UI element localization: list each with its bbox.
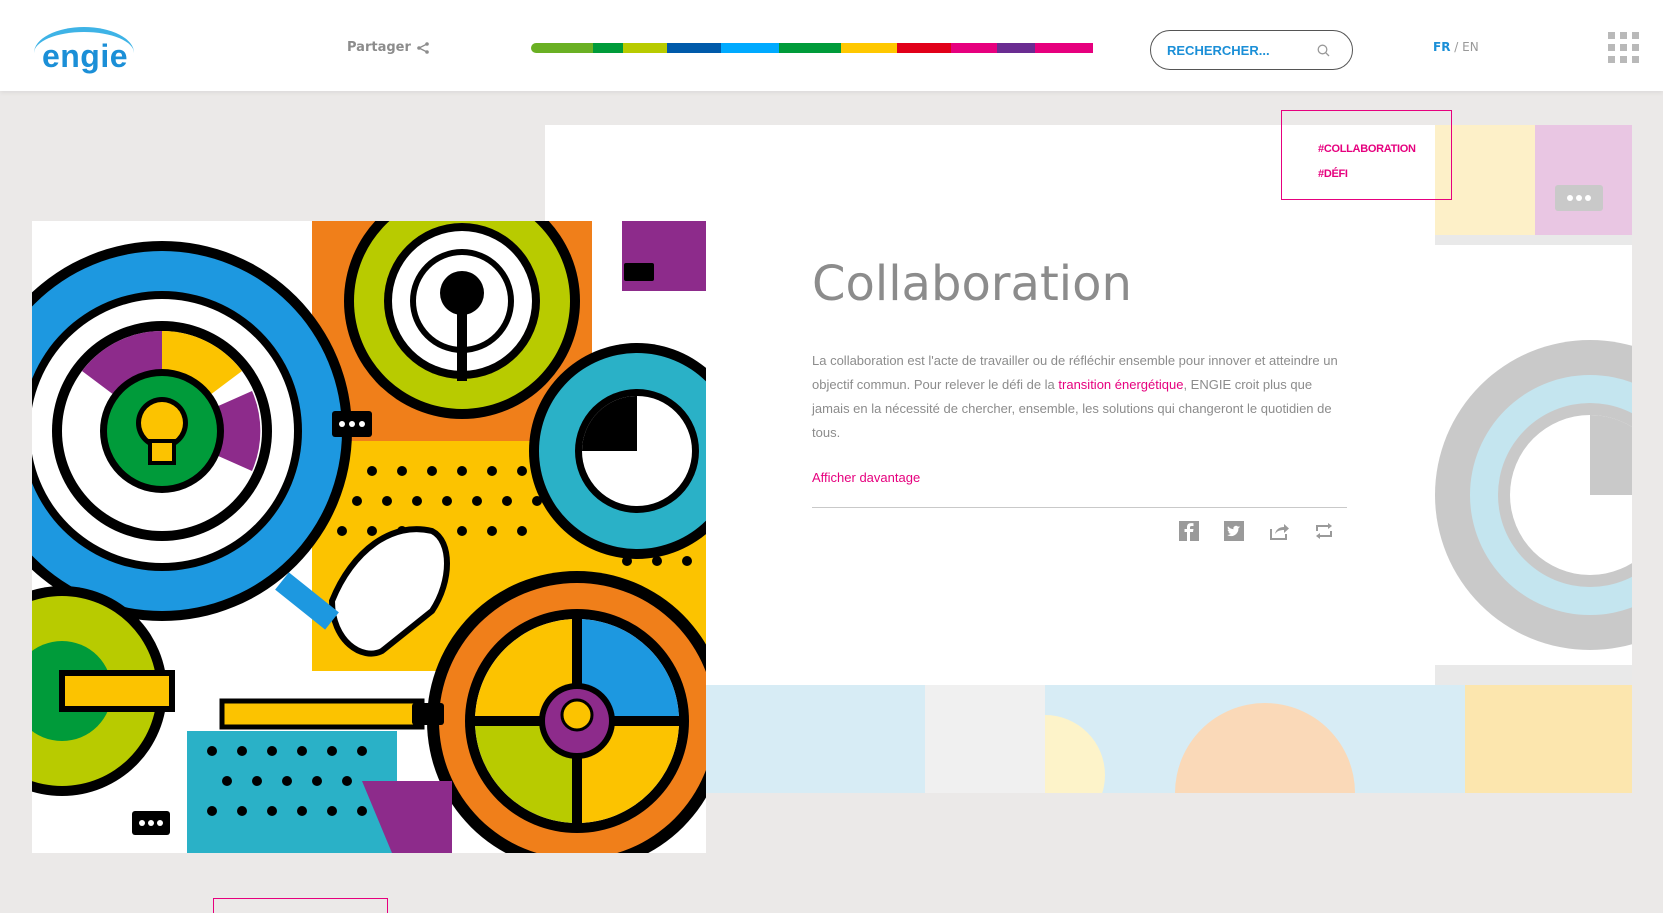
retweet-icon[interactable]: [1313, 520, 1337, 544]
article-description: La collaboration est l'acte de travaille…: [812, 349, 1352, 445]
logo-text: ENGIE: [41, 38, 129, 74]
lang-fr[interactable]: FR: [1433, 40, 1450, 54]
transition-link[interactable]: transition énergétique: [1058, 377, 1183, 392]
page-title: Collaboration: [812, 256, 1132, 312]
language-switcher: FR / EN: [1433, 40, 1479, 54]
color-bar-segment: [531, 43, 593, 53]
lang-separator: /: [1454, 40, 1459, 54]
brand-color-bar: [531, 43, 1123, 53]
tag-collaboration[interactable]: #COLLABORATION: [1318, 137, 1451, 162]
bottom-outline-box: [213, 898, 388, 913]
color-bar-segment: [951, 43, 997, 53]
engie-logo[interactable]: ENGIE: [28, 26, 142, 74]
color-bar-segment: [623, 43, 667, 53]
search-box[interactable]: [1150, 30, 1353, 70]
facebook-icon[interactable]: [1178, 520, 1202, 544]
share-button[interactable]: Partager: [347, 40, 429, 55]
share-icon[interactable]: [1268, 520, 1292, 544]
share-icon: [417, 41, 429, 54]
search-input[interactable]: [1167, 42, 1317, 58]
share-label: Partager: [347, 40, 411, 55]
color-bar-segment: [667, 43, 721, 53]
color-bar-segment: [1035, 43, 1093, 53]
search-icon[interactable]: [1317, 44, 1330, 57]
tag-box: #COLLABORATION #DÉFI: [1281, 110, 1452, 200]
lang-en[interactable]: EN: [1462, 40, 1479, 54]
color-bar-segment: [593, 43, 623, 53]
divider: [812, 507, 1347, 508]
apps-grid-icon[interactable]: [1608, 32, 1639, 63]
site-header: ENGIE Partager FR / EN: [0, 0, 1663, 91]
color-bar-segment: [779, 43, 841, 53]
twitter-icon[interactable]: [1223, 520, 1247, 544]
color-bar-segment: [841, 43, 897, 53]
collaboration-illustration: [32, 221, 706, 853]
show-more-link[interactable]: Afficher davantage: [812, 470, 920, 485]
color-bar-segment: [721, 43, 779, 53]
social-share-bar: [1178, 520, 1337, 544]
color-bar-segment: [997, 43, 1035, 53]
tag-defi[interactable]: #DÉFI: [1318, 162, 1451, 187]
color-bar-segment: [897, 43, 951, 53]
